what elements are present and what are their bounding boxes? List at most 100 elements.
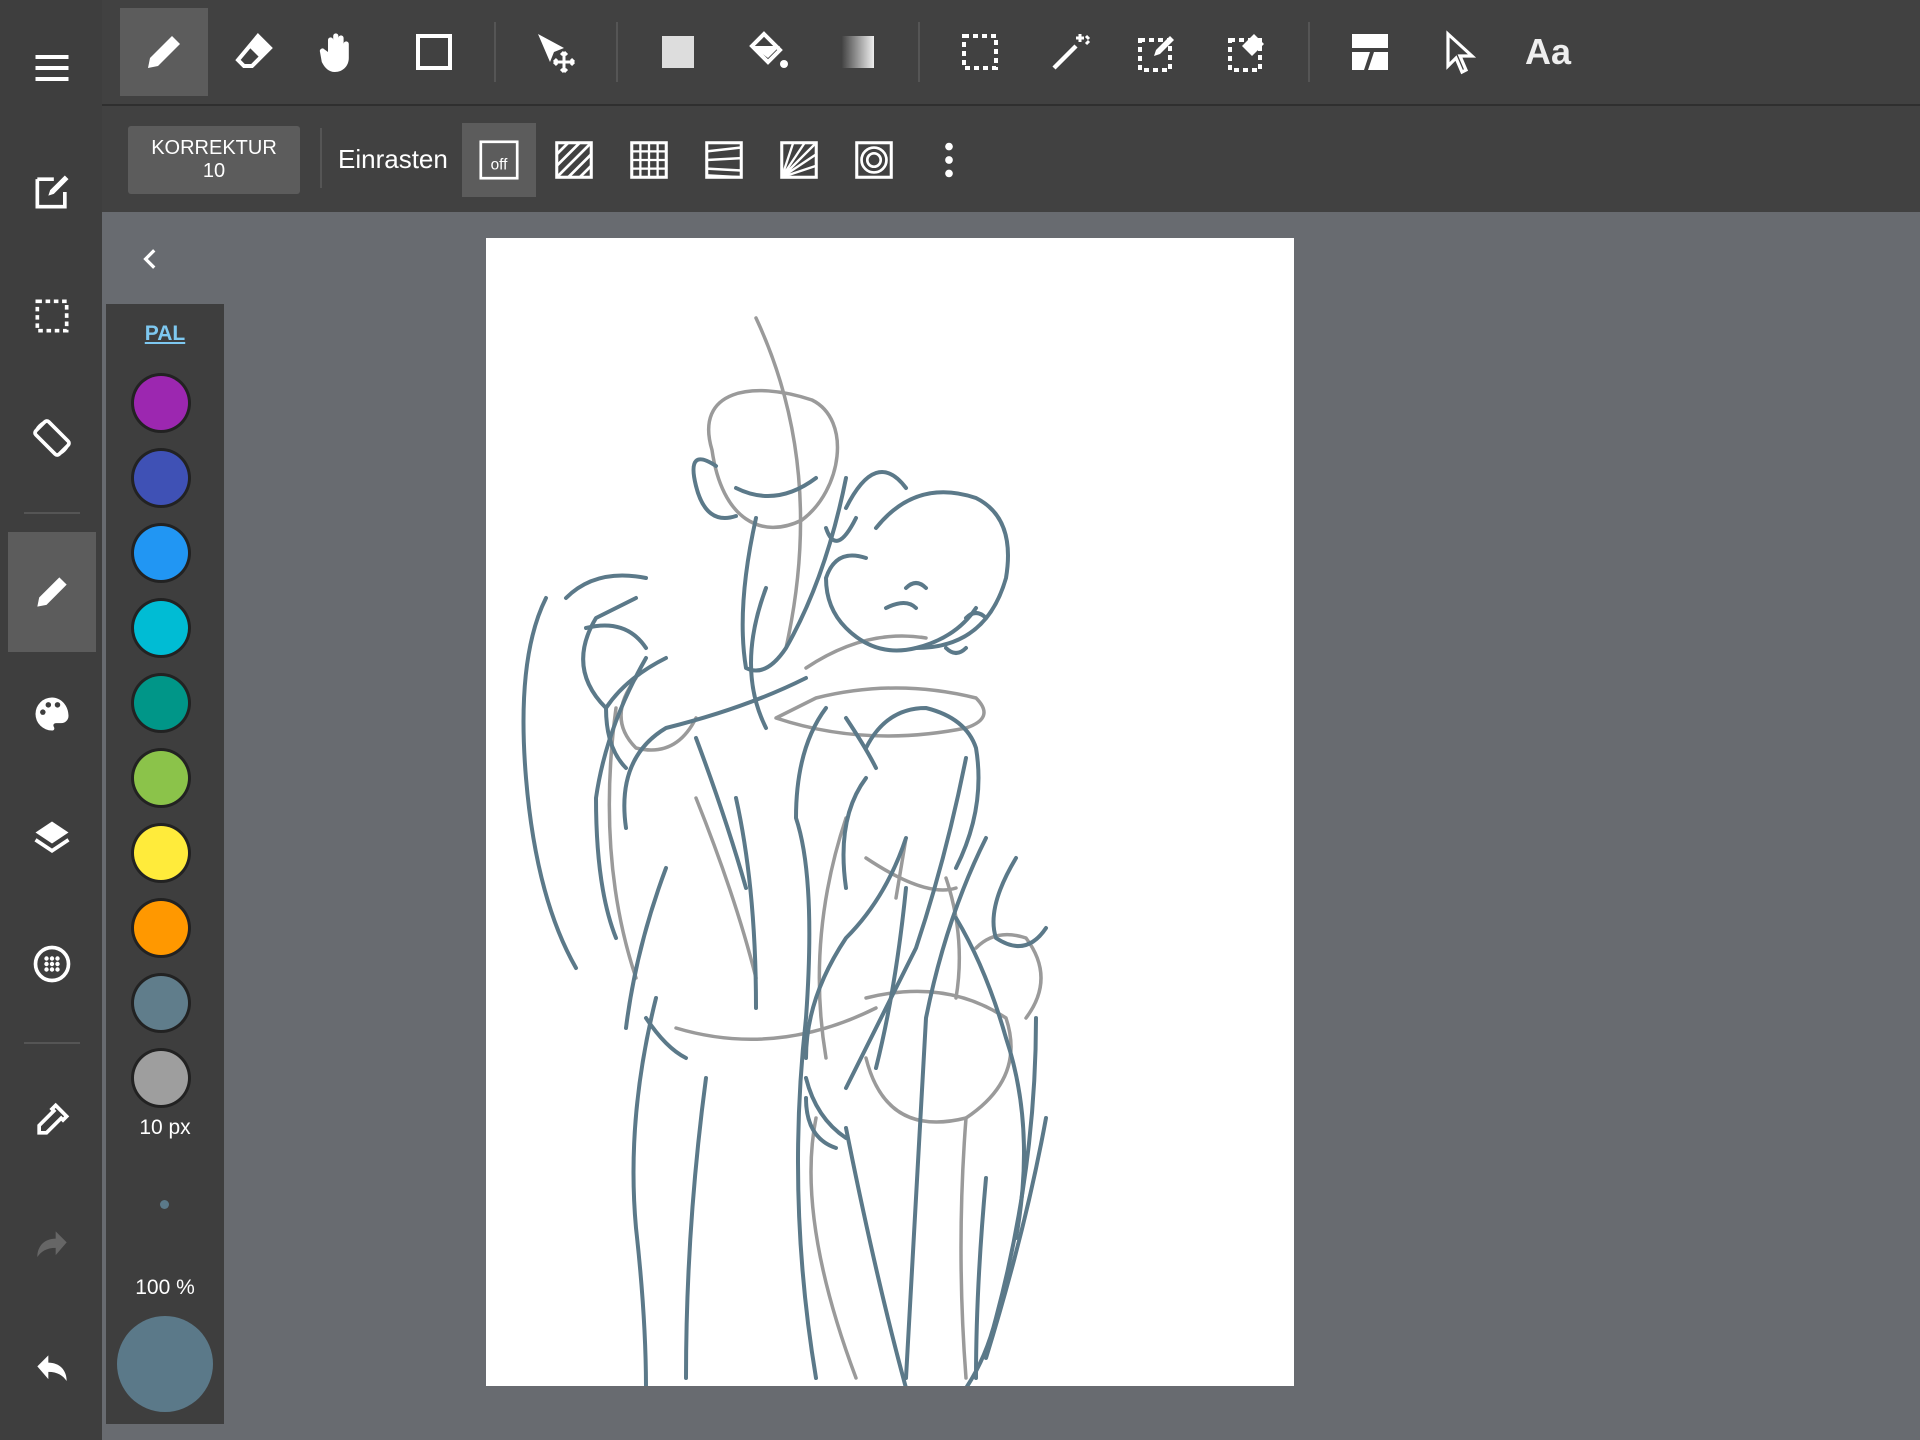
snap-grid-button[interactable] <box>612 123 686 197</box>
hamburger-menu-icon <box>35 54 69 82</box>
snap-parallel-button[interactable] <box>537 123 611 197</box>
eyedropper-icon <box>37 1102 70 1135</box>
chevron-left-icon <box>143 249 156 269</box>
snap-off-text: off <box>491 157 509 174</box>
color-swatch[interactable] <box>134 751 188 805</box>
paint-bucket-icon <box>749 31 788 68</box>
eraser-tool-button[interactable] <box>210 8 298 96</box>
eraser-icon <box>235 33 273 68</box>
stabilizer-label: KORREKTUR <box>151 137 277 159</box>
selection-button[interactable] <box>8 256 96 376</box>
snap-perspective-button[interactable] <box>687 123 761 197</box>
redo-button[interactable] <box>8 1186 96 1306</box>
palette-tab-link[interactable]: PAL <box>106 322 224 346</box>
filled-square-icon <box>662 36 694 68</box>
snap-radial-button[interactable] <box>762 123 836 197</box>
cursor-pointer-icon <box>1446 30 1477 75</box>
brush-size-label[interactable]: 10 px <box>106 1116 224 1140</box>
toolbar-separator <box>320 128 322 188</box>
magic-wand-icon <box>1052 34 1091 70</box>
select-pen-tool-button[interactable] <box>1114 8 1202 96</box>
move-arrow-icon <box>538 34 576 74</box>
layers-button[interactable] <box>8 778 96 898</box>
dotted-selection-icon <box>35 299 69 333</box>
palette-panel: PAL 10 px 100 % <box>106 304 224 1424</box>
toolbar-separator <box>494 22 496 82</box>
radial-lines-icon <box>780 141 818 179</box>
sub-toolbar: KORREKTUR 10 Einrasten off <box>102 106 1920 212</box>
concentric-circles-icon <box>855 141 893 179</box>
frame-divider-tool-button[interactable] <box>1326 8 1414 96</box>
magic-wand-tool-button[interactable] <box>1026 8 1114 96</box>
stabilizer-value: 10 <box>202 160 226 182</box>
move-tool-button[interactable] <box>512 8 600 96</box>
pencil-icon <box>148 36 180 68</box>
square-outline-icon <box>416 34 452 70</box>
more-vertical-icon <box>945 142 953 178</box>
snap-off-icon: off <box>479 140 519 180</box>
eyedropper-button[interactable] <box>8 1060 96 1180</box>
menu-button[interactable] <box>8 8 96 128</box>
undo-icon <box>37 1355 67 1381</box>
color-button[interactable] <box>8 654 96 774</box>
color-swatch[interactable] <box>134 451 188 505</box>
brush-tool-button[interactable] <box>120 8 208 96</box>
perspective-lines-icon <box>705 141 743 179</box>
dotted-circle-icon <box>33 945 71 983</box>
redo-icon <box>37 1231 67 1257</box>
rotate-canvas-button[interactable] <box>8 378 96 498</box>
operation-tool-button[interactable] <box>1416 8 1504 96</box>
top-toolbar: Aa <box>102 0 1920 106</box>
select-eraser-tool-button[interactable] <box>1204 8 1292 96</box>
fill-rect-tool-button[interactable] <box>634 8 722 96</box>
hand-icon <box>319 33 349 72</box>
color-swatch[interactable] <box>134 676 188 730</box>
pencil-icon <box>37 577 67 607</box>
color-swatch[interactable] <box>134 1051 188 1105</box>
layers-icon <box>34 821 70 854</box>
hand-tool-button[interactable] <box>294 8 382 96</box>
toolbar-separator <box>1308 22 1310 82</box>
left-sidebar <box>0 0 102 1440</box>
sidebar-divider <box>24 1042 80 1044</box>
gradient-icon <box>842 36 874 68</box>
material-button[interactable] <box>8 904 96 1024</box>
sidebar-divider <box>24 512 80 514</box>
toolbar-separator <box>616 22 618 82</box>
snap-circle-button[interactable] <box>837 123 911 197</box>
edit-square-icon <box>35 175 69 209</box>
edit-canvas-button[interactable] <box>8 132 96 252</box>
rotate-device-icon <box>33 419 71 457</box>
color-swatch[interactable] <box>134 601 188 655</box>
color-swatch[interactable] <box>134 976 188 1030</box>
dotted-selection-icon <box>962 34 998 70</box>
sketch-drawing <box>521 316 1048 1386</box>
selection-pen-icon <box>1138 36 1174 72</box>
grid-icon <box>630 141 668 179</box>
undo-button[interactable] <box>8 1310 96 1430</box>
color-swatch[interactable] <box>134 526 188 580</box>
text-tool-label: Aa <box>1524 31 1572 72</box>
panel-layout-icon <box>1352 34 1388 70</box>
text-tool-button[interactable]: Aa <box>1504 8 1592 96</box>
color-swatch[interactable] <box>134 901 188 955</box>
collapse-palette-button[interactable] <box>128 236 174 282</box>
color-swatch[interactable] <box>134 826 188 880</box>
select-tool-button[interactable] <box>936 8 1024 96</box>
opacity-label[interactable]: 100 % <box>106 1276 224 1300</box>
bucket-tool-button[interactable] <box>724 8 812 96</box>
gradient-tool-button[interactable] <box>814 8 902 96</box>
color-swatch[interactable] <box>134 376 188 430</box>
snap-more-button[interactable] <box>912 123 986 197</box>
parallel-lines-icon <box>555 141 593 179</box>
toolbar-separator <box>918 22 920 82</box>
selection-eraser-icon <box>1228 34 1264 72</box>
palette-icon <box>35 697 69 731</box>
drawing-canvas[interactable] <box>486 238 1294 1386</box>
brush-button[interactable] <box>8 532 96 652</box>
current-color-button[interactable] <box>117 1316 213 1412</box>
stabilizer-button[interactable]: KORREKTUR 10 <box>128 126 300 194</box>
brush-size-preview <box>160 1200 169 1209</box>
shape-tool-button[interactable] <box>390 8 478 96</box>
snap-off-button[interactable]: off <box>462 123 536 197</box>
